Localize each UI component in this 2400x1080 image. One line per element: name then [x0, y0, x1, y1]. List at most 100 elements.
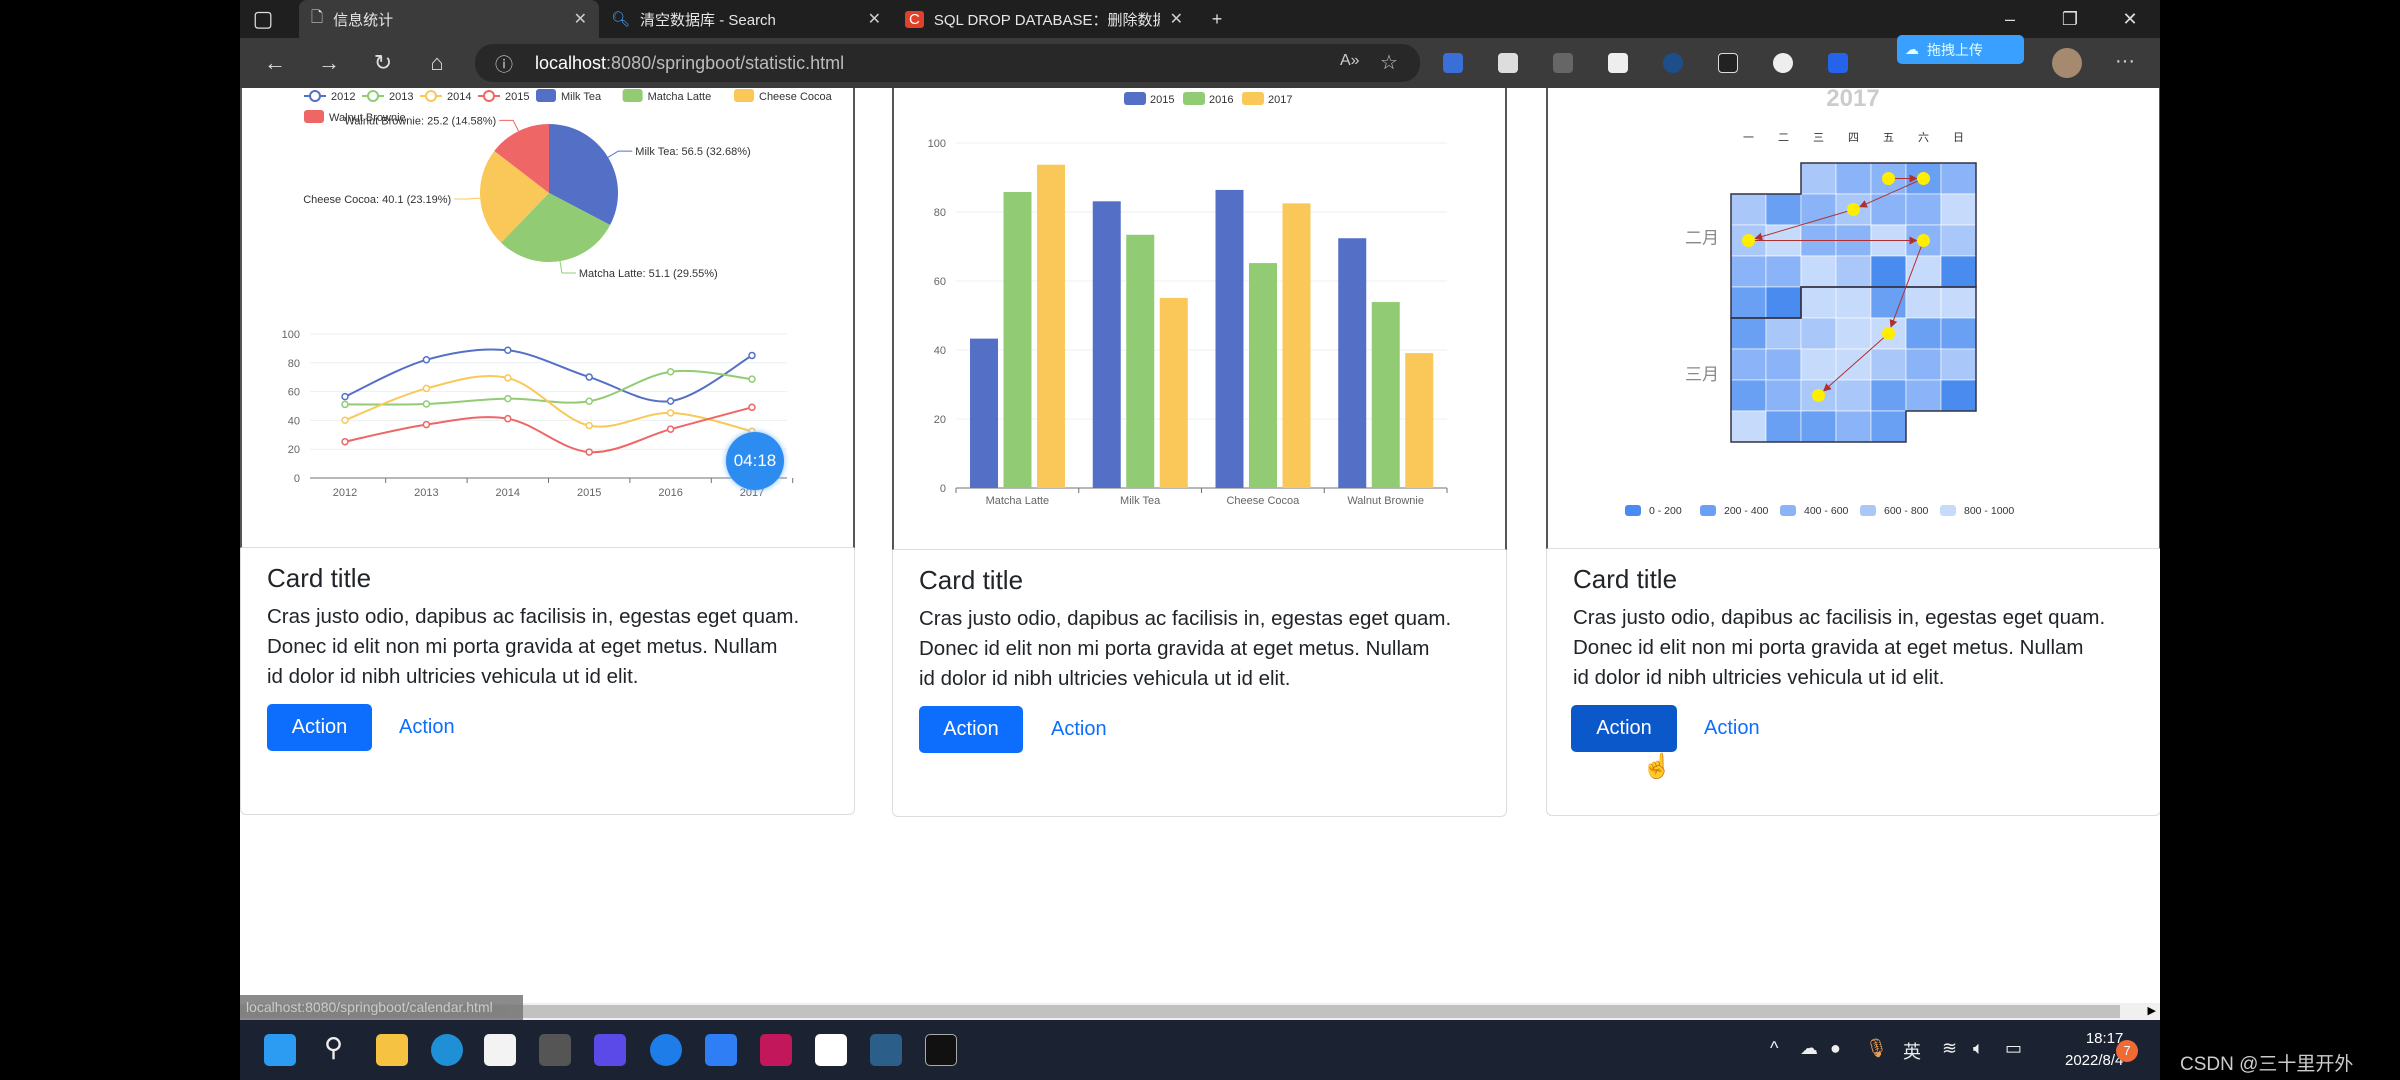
legend-swatch: [1242, 92, 1264, 105]
baidu-upload-widget[interactable]: ☁ 拖拽上传: [1897, 35, 2024, 64]
calendar-cell: [1905, 255, 1942, 288]
y-tick-label: 80: [288, 358, 300, 370]
weekday-label: 四: [1848, 132, 1859, 144]
terminal-icon[interactable]: [925, 1034, 957, 1066]
close-window-button[interactable]: ✕: [2105, 0, 2155, 38]
edge-icon[interactable]: [431, 1034, 463, 1066]
baidu-netdisk-icon[interactable]: [815, 1034, 847, 1066]
translate-icon[interactable]: [1443, 53, 1463, 73]
app-icon[interactable]: [539, 1034, 571, 1066]
calendar-cell: [1835, 379, 1872, 412]
calendar-cell: [1800, 162, 1837, 195]
store-icon[interactable]: [484, 1034, 516, 1066]
action-button[interactable]: Action: [919, 706, 1023, 753]
new-tab-button[interactable]: +: [1192, 0, 1242, 38]
battery-icon[interactable]: ▭: [2005, 1038, 2022, 1059]
pie-label-line: [499, 119, 519, 132]
data-point: [585, 421, 593, 430]
clock[interactable]: 18:17 2022/8/4: [2065, 1028, 2123, 1072]
app-tray-icon[interactable]: ●: [1830, 1038, 1841, 1059]
action-link[interactable]: Action: [1051, 718, 1107, 741]
maximize-button[interactable]: ❐: [2045, 0, 2095, 38]
workspaces-icon[interactable]: ▢: [246, 2, 280, 36]
data-point: [341, 437, 349, 446]
weekday-label: 二: [1778, 132, 1789, 144]
tab-title: 信息统计: [333, 11, 394, 29]
extension-icon[interactable]: [1773, 53, 1793, 73]
tab-sql[interactable]: C SQL DROP DATABASE：删除数据 ✕: [893, 0, 1195, 38]
legend-label: 800 - 1000: [1964, 505, 2014, 517]
upload-label: 拖拽上传: [1927, 41, 1983, 58]
scatter-point: [1882, 327, 1895, 340]
legend-swatch: [734, 89, 754, 102]
data-point: [341, 400, 349, 409]
file-explorer-icon[interactable]: [376, 1034, 408, 1066]
card-image: 2015 2016 2017 0 20 40 60 80 100 Matcha Latte Milk…: [892, 88, 1507, 550]
extension-icon[interactable]: [1608, 53, 1628, 73]
url-text: localhost:8080/springboot/statistic.html: [535, 53, 845, 73]
scatter-point: [1882, 172, 1895, 185]
calendar-cell: [1940, 193, 1977, 226]
legend-swatch: [304, 110, 324, 123]
chevron-up-icon[interactable]: ^: [1770, 1038, 1778, 1059]
bar-2015: [1215, 189, 1244, 489]
app-icon[interactable]: [705, 1034, 737, 1066]
close-tab-icon[interactable]: ✕: [868, 9, 881, 29]
search-icon[interactable]: ⚲: [324, 1032, 343, 1063]
data-point: [666, 367, 675, 376]
legend-label: 400 - 600: [1804, 505, 1849, 517]
address-bar[interactable]: ⓘ localhost:8080/springboot/statistic.ht…: [475, 44, 1420, 82]
extension-icon[interactable]: [1828, 53, 1848, 73]
app-icon[interactable]: [650, 1034, 682, 1066]
calendar-cell: [1905, 193, 1942, 226]
timer-badge[interactable]: 04:18: [726, 432, 784, 490]
extension-icon[interactable]: [1718, 53, 1738, 73]
mic-icon[interactable]: 🎙︎: [1865, 1038, 1888, 1059]
x-tick-label: 2015: [577, 487, 601, 499]
start-icon[interactable]: [264, 1034, 296, 1066]
close-tab-icon[interactable]: ✕: [574, 9, 587, 29]
volume-icon[interactable]: 🔈︎: [1973, 1038, 1984, 1059]
wifi-icon[interactable]: ≋: [1942, 1038, 1957, 1059]
extension-icon[interactable]: [1663, 53, 1683, 73]
bar-2016: [1003, 191, 1032, 488]
legend-swatch: [1625, 505, 1641, 516]
action-button[interactable]: Action: [267, 704, 372, 751]
data-point: [422, 384, 431, 393]
app-icon[interactable]: [594, 1034, 626, 1066]
scroll-right-icon[interactable]: ▶: [2148, 1004, 2156, 1017]
avatar[interactable]: [2052, 48, 2082, 78]
bar-2015: [1092, 201, 1121, 488]
forward-icon[interactable]: →: [312, 46, 346, 80]
action-link[interactable]: Action: [1704, 717, 1760, 740]
read-aloud-icon[interactable]: A»: [1340, 52, 1360, 70]
favorite-icon[interactable]: ☆: [1380, 50, 1398, 75]
calendar-cell: [1870, 193, 1907, 226]
tab-statistics[interactable]: 🗋 信息统计 ✕: [299, 0, 599, 38]
more-icon[interactable]: ···: [2115, 50, 2135, 73]
back-icon[interactable]: ←: [258, 46, 292, 80]
extension-icon[interactable]: [1553, 53, 1573, 73]
tab-search[interactable]: 🔍︎ 清空数据库 - Search ✕: [599, 0, 893, 38]
y-tick-label: 0: [940, 483, 946, 495]
data-point: [748, 403, 756, 412]
minimize-button[interactable]: –: [1985, 0, 2035, 38]
onedrive-icon[interactable]: ☁: [1800, 1038, 1818, 1059]
data-point: [585, 397, 593, 405]
horizontal-scrollbar[interactable]: ▶: [240, 1003, 2160, 1020]
calendar-cell: [1870, 286, 1907, 319]
data-point: [585, 448, 593, 456]
close-tab-icon[interactable]: ✕: [1170, 9, 1183, 29]
notification-badge[interactable]: 7: [2116, 1040, 2138, 1062]
line-series-2012: [344, 348, 753, 403]
intellij-icon[interactable]: [760, 1034, 792, 1066]
action-button[interactable]: Action: [1571, 705, 1677, 752]
refresh-icon[interactable]: ↻: [366, 46, 400, 80]
pie-label-line: [454, 197, 481, 200]
weekday-label: 一: [1743, 132, 1754, 144]
mysql-workbench-icon[interactable]: [870, 1034, 902, 1066]
action-link[interactable]: Action: [399, 716, 455, 739]
home-icon[interactable]: ⌂: [420, 46, 454, 80]
ime-indicator[interactable]: 英: [1903, 1038, 1921, 1064]
extension-icon[interactable]: [1498, 53, 1518, 73]
